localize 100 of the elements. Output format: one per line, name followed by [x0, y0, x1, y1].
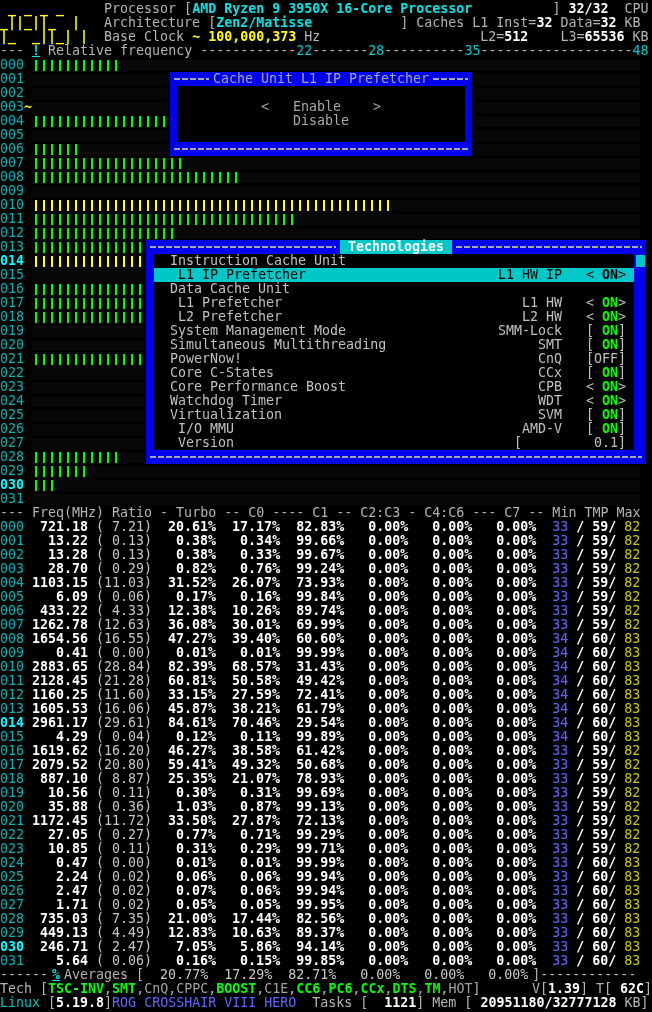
setting-row[interactable]: Version [ 0.1] [154, 436, 634, 450]
option-item[interactable]: Disable [293, 114, 374, 128]
rule-text: ]------------ [532, 968, 637, 982]
ratio-cell: (16.55) [96, 632, 153, 646]
cpu-number: 020 [0, 338, 24, 352]
c0-cell-text: 38.58% [231, 744, 281, 758]
info-label: Data= [559, 16, 601, 30]
c7-cell-text: 0.00% [495, 758, 537, 772]
c0-cell-text: 17.44% [231, 912, 281, 926]
setting-row[interactable]: PowerNow! CnQ [OFF] [154, 352, 634, 366]
c7-cell-text: 0.00% [495, 534, 537, 548]
setting-row[interactable]: L2 Prefetcher L2 HW < ON> [154, 310, 634, 324]
c4-c6-cell-text: 0.00% [431, 618, 473, 632]
bracket-text: [ [586, 408, 594, 422]
c4-c6-cell-text: 0.00% [431, 548, 473, 562]
setting-row[interactable]: System Management Mode SMM-Lock [ ON] [154, 324, 634, 338]
cpu-number: 006 [0, 142, 24, 156]
turbo-cell-text: 0.17% [175, 590, 217, 604]
info-label: ---------- [384, 44, 465, 58]
cpu-number: 028 [0, 912, 24, 926]
max-temp-cell: 82 [624, 744, 641, 758]
c7-cell-text: 0.00% [495, 660, 537, 674]
setting-label: Virtualization [170, 408, 284, 422]
setting-row[interactable]: Core Performance Boost CPB < ON> [154, 380, 634, 394]
setting-code: L1 HW [521, 296, 562, 310]
c1-cell-text: 60.60% [295, 632, 345, 646]
c7-cell-text: 0.00% [495, 632, 537, 646]
info-label: ] Caches L1 Inst= [399, 16, 537, 30]
cpu-number: 021 [0, 352, 24, 366]
c2-c3-cell-text: 0.00% [367, 786, 409, 800]
c1-cell-text: 99.99% [295, 856, 345, 870]
setting-row[interactable]: L1 Prefetcher L1 HW < ON> [154, 296, 634, 310]
c0-cell-text: 10.26% [231, 604, 281, 618]
setting-row[interactable]: Watchdog Timer WDT < ON> [154, 394, 634, 408]
cpu-number: 026 [0, 884, 24, 898]
info-label: Hz L2= [303, 30, 505, 44]
feature-label: BOOST [216, 982, 257, 996]
setting-row[interactable]: I/O MMU AMD-V [ ON] [154, 422, 634, 436]
setting-row[interactable]: Simultaneous Multithreading SMT [ ON] [154, 338, 634, 352]
setting-value: 0.1 [593, 435, 618, 450]
c1-cell-text: 99.24% [295, 562, 345, 576]
c2-c3-cell-text: 0.00% [367, 520, 409, 534]
min-temp-cell-text: 33 [551, 898, 569, 912]
hotkey-text[interactable]: % [52, 968, 61, 982]
setting-row[interactable]: L1 IP Prefetcher L1 HW IP < ON> [154, 268, 634, 282]
bracket-text: ] [618, 436, 626, 450]
ratio-cell: ( 4.33) [96, 604, 153, 618]
c0-cell-text: 39.40% [231, 632, 281, 646]
turbo-cell-text: 12.83% [167, 926, 217, 940]
cpu-number: 004 [0, 576, 24, 590]
frequency-cell-text: 887.10 [39, 772, 89, 786]
info-label: Base Clock [104, 30, 186, 44]
frequency-cell-text: 1160.25 [31, 688, 89, 702]
max-temp-cell: 82 [624, 758, 641, 772]
setting-row[interactable]: Instruction Cache Unit [154, 254, 634, 268]
info-value: 5.19.8 [56, 996, 105, 1010]
setting-value: ON [601, 337, 618, 352]
cpu-number: 023 [0, 842, 24, 856]
c0-cell-text: 0.16% [239, 590, 281, 604]
cpu-number: 014 [0, 254, 24, 268]
hotkey-text[interactable]: ! [32, 44, 41, 58]
option-item[interactable]: Enable [293, 100, 374, 114]
setting-label: L1 Prefetcher [178, 296, 284, 310]
c1-cell-text: 50.68% [295, 758, 345, 772]
setting-row[interactable]: Core C-States CCx [ ON] [154, 366, 634, 380]
c4-c6-cell-text: 0.00% [431, 716, 473, 730]
info-highlight: Zen2/Matisse [216, 16, 313, 30]
cpu-number: 001 [0, 534, 24, 548]
os-name: Linux [0, 996, 41, 1010]
c4-c6-cell-text: 0.00% [431, 856, 473, 870]
cpu-number: 013 [0, 702, 24, 716]
setting-value: ON [601, 407, 618, 422]
c4-c6-cell-text: 0.00% [431, 590, 473, 604]
min-temp-cell-text: 33 [551, 604, 569, 618]
c2-c3-cell-text: 0.00% [367, 632, 409, 646]
setting-row[interactable]: Virtualization SVM [ ON] [154, 408, 634, 422]
turbo-cell-text: 0.06% [175, 870, 217, 884]
c2-c3-cell-text: 0.00% [367, 940, 409, 954]
averages-label: Averages [ [64, 968, 145, 982]
ratio-cell: ( 2.47) [96, 940, 153, 954]
setting-code: WDT [537, 394, 562, 408]
cpu-number: 008 [0, 632, 24, 646]
c2-c3-cell-text: 0.00% [367, 618, 409, 632]
turbo-cell-text: 36.08% [167, 618, 217, 632]
min-temp-cell-text: 33 [551, 758, 569, 772]
c7-cell-text: 0.00% [495, 744, 537, 758]
setting-row[interactable]: Data Cache Unit [154, 282, 634, 296]
ratio-cell: ( 0.11) [96, 842, 153, 856]
bracket-text: [ [513, 436, 522, 450]
max-temp-cell: 82 [624, 548, 641, 562]
ratio-cell: ( 0.36) [96, 800, 153, 814]
ratio-cell: ( 0.02) [96, 898, 153, 912]
min-temp-cell-text: 34 [551, 674, 569, 688]
scrollbar-thumb[interactable] [636, 255, 645, 267]
cpu-number: 029 [0, 926, 24, 940]
separator-text: , [320, 982, 329, 996]
info-value: 1.39 [547, 982, 580, 996]
c0-cell-text: 0.71% [239, 828, 281, 842]
temp-cell: / 59/ [576, 562, 617, 576]
setting-label: Core Performance Boost [170, 380, 348, 394]
